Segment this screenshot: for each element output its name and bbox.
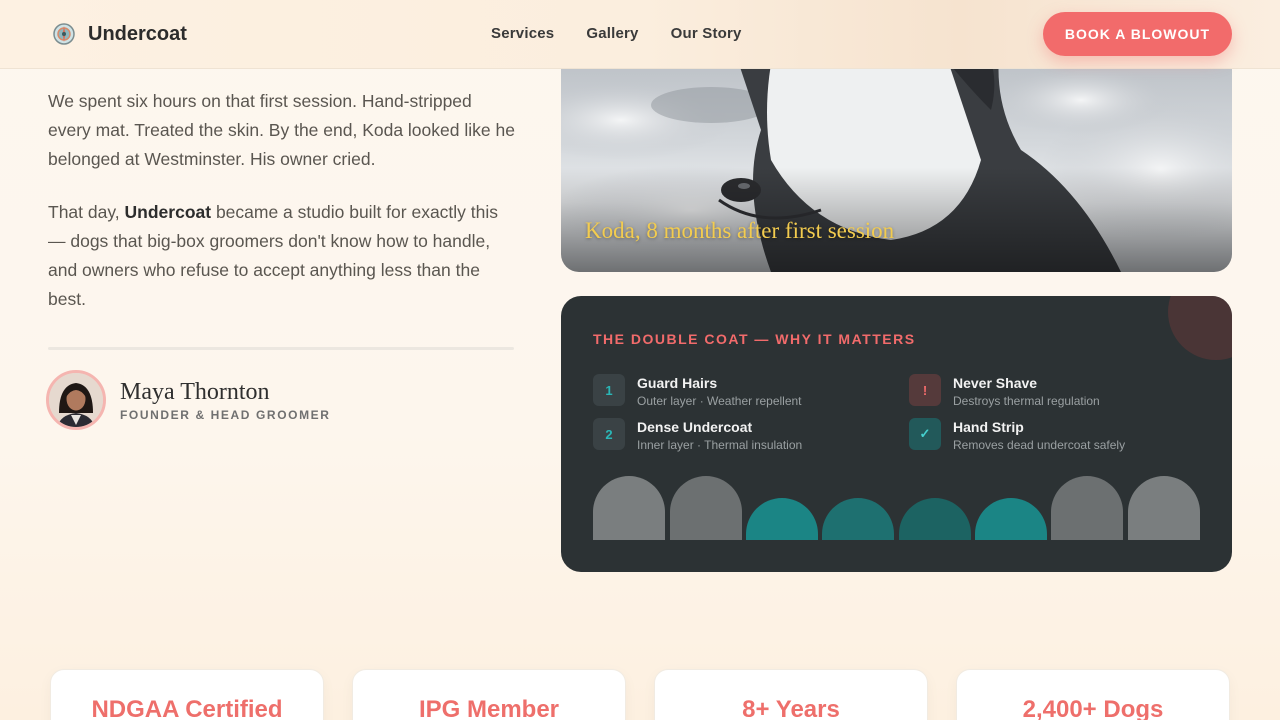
section-divider — [48, 347, 514, 350]
guard-hair-shape — [593, 476, 665, 540]
undercoat-shape — [975, 498, 1047, 540]
feature-subtitle: Inner layer · Thermal insulation — [637, 438, 803, 452]
feature-subtitle: Removes dead undercoat safely — [953, 438, 1126, 452]
feature-guard-hairs: 1 Guard Hairs Outer layer · Weather repe… — [593, 374, 802, 408]
book-blowout-button[interactable]: BOOK A BLOWOUT — [1043, 12, 1232, 56]
stat-card-dogs: 2,400+ Dogs — [956, 669, 1230, 720]
nav-services[interactable]: Services — [491, 25, 554, 42]
decorative-blob — [1168, 296, 1232, 360]
guard-hair-shape — [670, 476, 742, 540]
main-nav: Services Gallery Our Story — [491, 25, 774, 42]
double-coat-title: THE DOUBLE COAT — WHY IT MATTERS — [593, 331, 916, 347]
site-header: Undercoat Services Gallery Our Story BOO… — [0, 0, 1280, 69]
brand-logo[interactable]: Undercoat — [52, 22, 187, 46]
stat-card-certification: NDGAA Certified — [50, 669, 324, 720]
stat-value: 2,400+ Dogs — [1022, 696, 1164, 720]
nav-gallery[interactable]: Gallery — [586, 25, 638, 42]
founder-portrait-icon — [49, 373, 103, 427]
feature-title: Guard Hairs — [637, 375, 718, 391]
double-coat-card: THE DOUBLE COAT — WHY IT MATTERS 1 Guard… — [561, 296, 1232, 572]
feature-never-shave: ! Never Shave Destroys thermal regulatio… — [909, 374, 1100, 408]
feature-hand-strip: ✓ Hand Strip Removes dead undercoat safe… — [909, 418, 1125, 452]
founder-block: Maya Thornton FOUNDER & HEAD GROOMER — [46, 370, 331, 430]
story-brand-mention: Undercoat — [124, 202, 212, 222]
undercoat-shape — [746, 498, 818, 540]
koda-photo: Koda, 8 months after first session — [561, 40, 1232, 272]
undercoat-shape — [822, 498, 894, 540]
stat-value: 8+ Years — [742, 696, 840, 720]
stat-value: NDGAA Certified — [91, 696, 283, 720]
founder-role: FOUNDER & HEAD GROOMER — [120, 407, 331, 422]
founder-avatar — [46, 370, 106, 430]
brand-name: Undercoat — [88, 22, 187, 45]
checkmark-icon: ✓ — [909, 418, 941, 450]
stat-card-years: 8+ Years — [654, 669, 928, 720]
number-badge: 2 — [593, 418, 625, 450]
photo-caption: Koda, 8 months after first session — [585, 218, 895, 243]
nav-our-story[interactable]: Our Story — [671, 25, 742, 42]
feature-title: Hand Strip — [953, 419, 1024, 435]
story-paragraph-1: We spent six hours on that first session… — [48, 91, 515, 169]
founder-name: Maya Thornton — [120, 378, 270, 405]
story-paragraph-2: That day, Undercoat became a studio buil… — [48, 198, 518, 314]
guard-hair-shape — [1051, 476, 1123, 540]
coat-layers-illustration — [593, 476, 1200, 540]
feature-title: Never Shave — [953, 375, 1038, 391]
story-text: We spent six hours on that first session… — [48, 87, 518, 338]
feature-subtitle: Destroys thermal regulation — [953, 394, 1100, 408]
undercoat-shape — [899, 498, 971, 540]
feature-title: Dense Undercoat — [637, 419, 753, 435]
stat-card-membership: IPG Member — [352, 669, 626, 720]
feature-dense-undercoat: 2 Dense Undercoat Inner layer · Thermal … — [593, 418, 802, 452]
compass-logo-icon — [53, 23, 75, 45]
number-badge: 1 — [593, 374, 625, 406]
story-p2-lead: That day, — [48, 202, 125, 222]
stat-value: IPG Member — [418, 696, 560, 720]
guard-hair-shape — [1128, 476, 1200, 540]
warning-icon: ! — [909, 374, 941, 406]
feature-subtitle: Outer layer · Weather repellent — [637, 394, 802, 408]
